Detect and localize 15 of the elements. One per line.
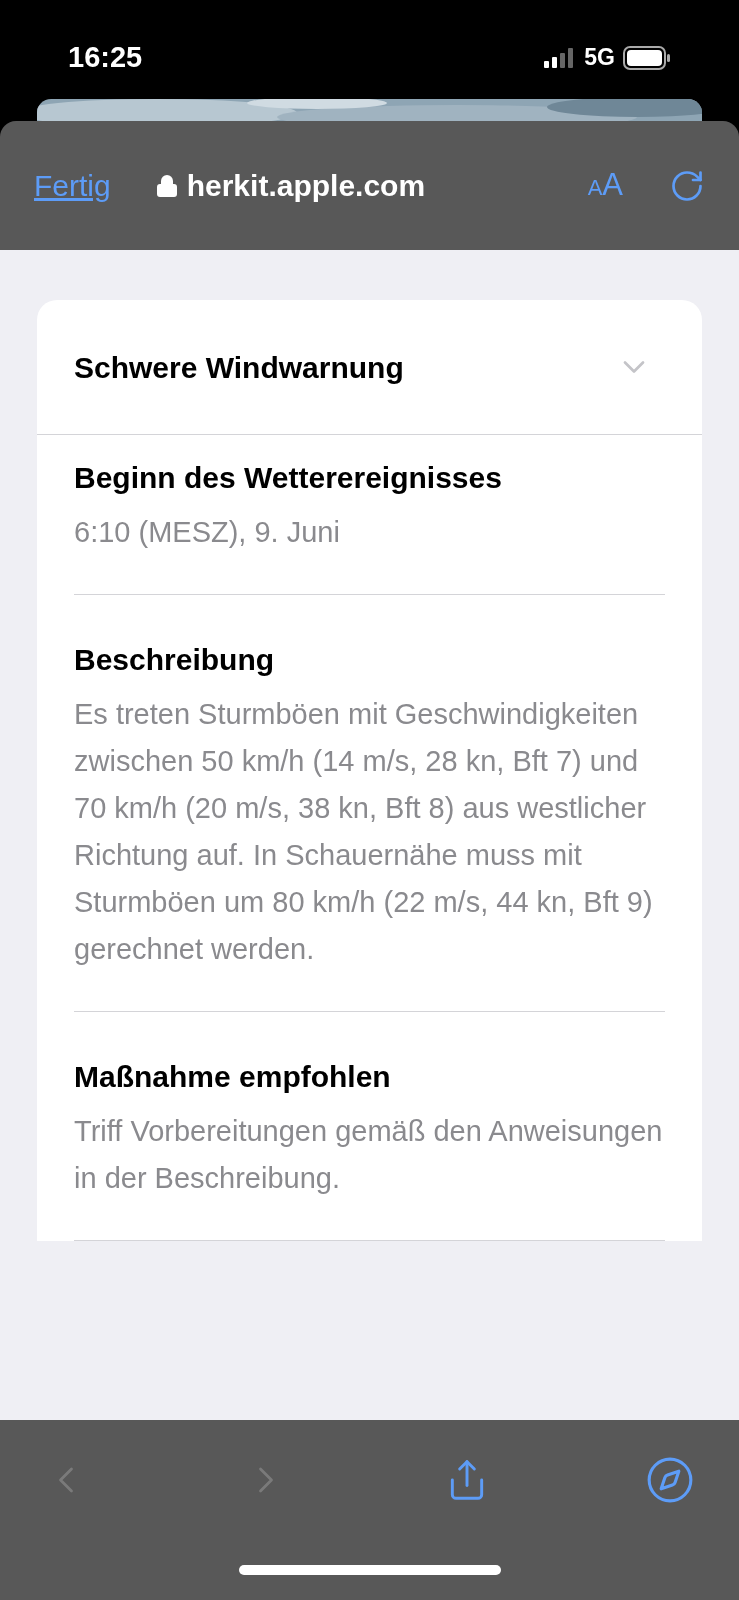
- done-link[interactable]: Fertig: [34, 163, 111, 208]
- lock-icon: [154, 173, 179, 198]
- card-title: Schwere Windwarnung: [74, 349, 404, 386]
- section-heading: Beschreibung: [74, 642, 276, 678]
- section-heading: Maßnahme empfohlen: [74, 1059, 392, 1095]
- section-text: Triff Vorbereitungen gemäß den Anweisungen in der Beschreibung.: [74, 1114, 664, 1196]
- network-label: 5G: [584, 43, 615, 73]
- text-size-button[interactable]: AA: [587, 162, 623, 209]
- status-time: 16:25: [68, 39, 143, 75]
- section-text: Es treten Sturmböen mit Geschwindigkeiten zwischen 50 km/h (14 m/s, 28 kn, Bft 7) und 70 km/h (20 m/s, 38 kn, Bft 8) aus westlicher Richtung auf. In Schauernähe muss mit Sturmböen um 80 km/h (22 m/s, 44 kn, Bft 9) gerechnet werden.: [74, 697, 654, 967]
- section-heading: Beginn des Wetterereignisses: [74, 460, 503, 496]
- compass-icon[interactable]: [645, 1455, 695, 1505]
- url-text[interactable]: herkit.apple.com: [186, 163, 426, 208]
- battery-icon: [623, 45, 671, 70]
- section-text: 6:10 (MESZ), 9. Juni: [74, 515, 341, 550]
